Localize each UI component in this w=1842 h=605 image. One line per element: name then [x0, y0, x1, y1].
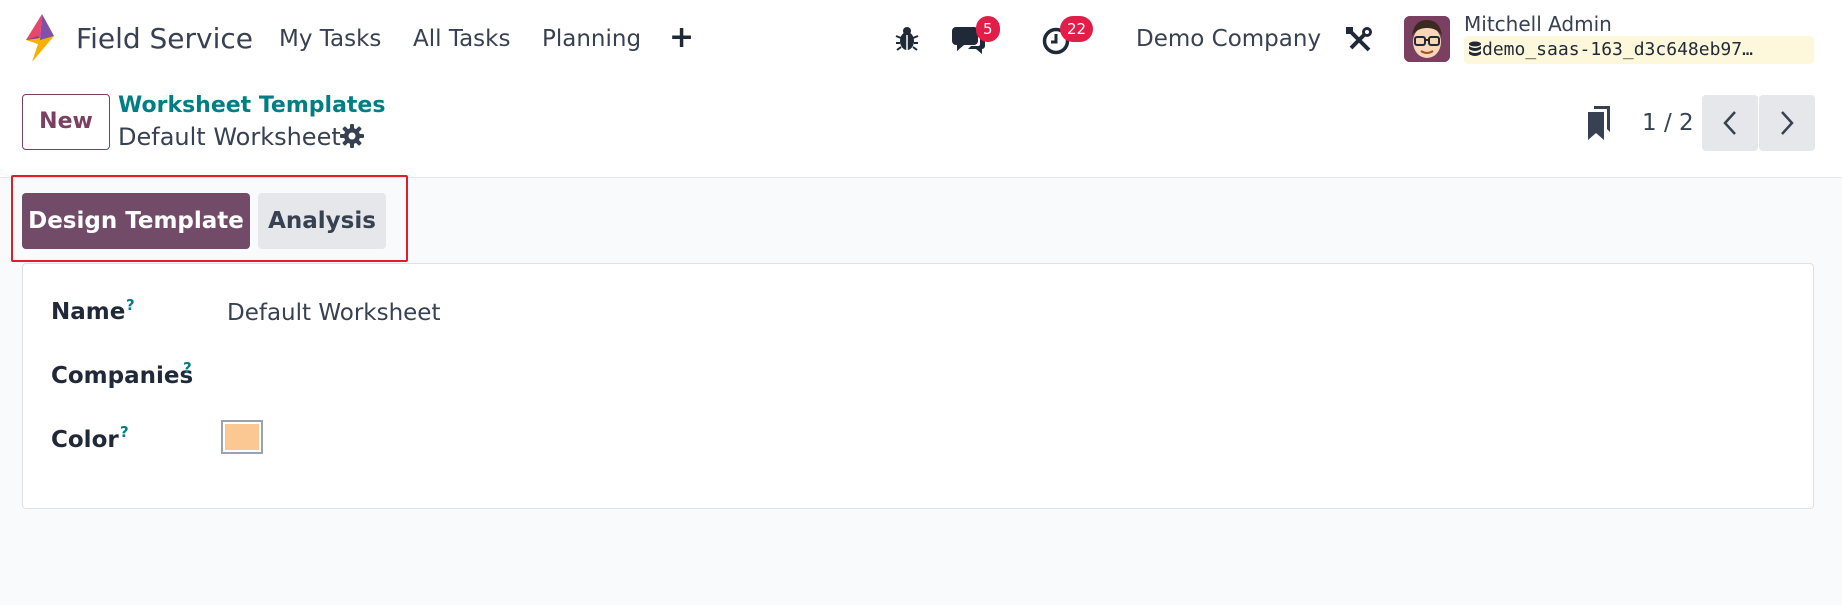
pager-previous-button[interactable]	[1702, 95, 1758, 151]
companies-label: Companies	[51, 363, 194, 389]
design-template-button[interactable]: Design Template	[22, 193, 250, 249]
companies-help-tooltip[interactable]: ?	[183, 360, 192, 376]
top-navbar: Field Service My Tasks All Tasks Plannin…	[0, 0, 1842, 80]
field-service-logo-icon[interactable]	[22, 14, 58, 62]
color-swatch-fill	[225, 424, 259, 450]
form-sheet: Name ? Default Worksheet Companies ? Col…	[22, 263, 1814, 509]
breadcrumb-current-record: Default Worksheet	[118, 123, 341, 151]
database-name: demo_saas-163_d3c648eb97…	[1482, 39, 1753, 60]
chevron-left-icon	[1723, 111, 1736, 135]
activities-count-badge: 22	[1060, 16, 1094, 42]
menu-my-tasks[interactable]: My Tasks	[279, 22, 381, 56]
menu-all-tasks[interactable]: All Tasks	[413, 22, 510, 56]
company-switcher[interactable]: Demo Company	[1136, 22, 1321, 56]
name-label: Name	[51, 299, 126, 325]
add-menu-button[interactable]: +	[669, 20, 694, 56]
color-label: Color	[51, 427, 119, 453]
database-name-chip[interactable]: demo_saas-163_d3c648eb97…	[1464, 36, 1814, 64]
user-name[interactable]: Mitchell Admin	[1464, 10, 1612, 38]
messages-count-badge: 5	[976, 16, 1000, 42]
menu-planning[interactable]: Planning	[542, 22, 641, 56]
breadcrumb-worksheet-templates[interactable]: Worksheet Templates	[118, 91, 385, 121]
database-icon	[1469, 41, 1481, 56]
name-help-tooltip[interactable]: ?	[126, 297, 135, 313]
tools-wrench-icon[interactable]	[1345, 26, 1373, 58]
companies-field[interactable]	[227, 360, 827, 394]
new-button[interactable]: New	[22, 94, 110, 150]
color-picker[interactable]	[221, 420, 263, 454]
bookmark-icon[interactable]	[1586, 106, 1612, 144]
name-field[interactable]: Default Worksheet	[227, 297, 440, 329]
user-avatar[interactable]	[1404, 16, 1450, 62]
pager-value[interactable]: 1 / 2	[1642, 106, 1694, 140]
analysis-button[interactable]: Analysis	[258, 193, 386, 249]
debug-bug-icon[interactable]	[895, 26, 919, 56]
app-name[interactable]: Field Service	[76, 20, 253, 58]
chevron-right-icon	[1781, 111, 1794, 135]
pager-next-button[interactable]	[1759, 95, 1815, 151]
control-panel: New Worksheet Templates Default Workshee…	[0, 80, 1842, 178]
color-help-tooltip[interactable]: ?	[120, 424, 129, 440]
gear-icon[interactable]	[340, 124, 364, 152]
